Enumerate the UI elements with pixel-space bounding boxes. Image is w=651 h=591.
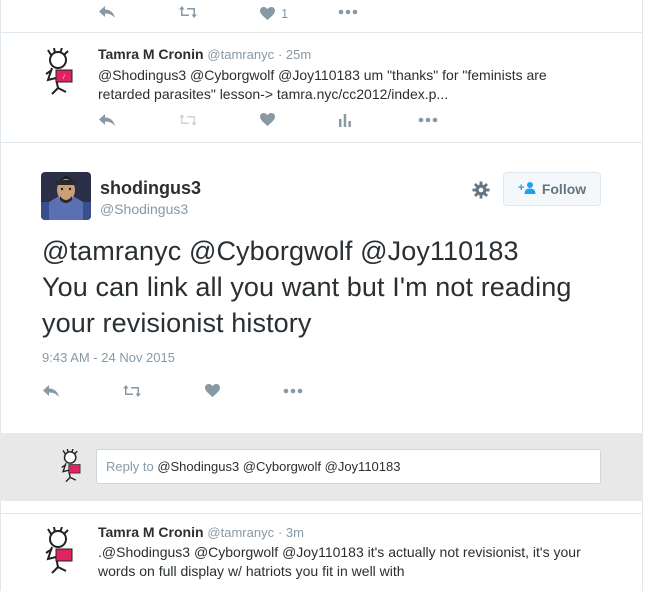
more-action[interactable] (283, 388, 303, 394)
tweet-time[interactable]: · 25m (278, 47, 311, 62)
reply-prefix: Reply to (106, 459, 158, 474)
main-author-handle[interactable]: @Shodingus3 (100, 201, 188, 217)
tweet-header: Tamra M Cronin @tamranyc · 3m (98, 524, 304, 540)
svg-text:+: + (518, 182, 524, 194)
more-icon (283, 388, 303, 394)
retweet-icon (178, 113, 198, 127)
retweet-action[interactable] (178, 113, 198, 127)
gear-icon (472, 181, 490, 203)
main-avatar[interactable] (41, 172, 91, 220)
reply-action[interactable] (42, 384, 60, 398)
tweet-text-line: .@Shodingus3 @Cyborgwolf @Joy110183 it's… (98, 544, 581, 560)
tweet-text-line: retarded parasites" lesson-> tamra.nyc/c… (98, 86, 449, 102)
reply-icon (98, 5, 116, 19)
heart-icon (260, 7, 275, 20)
divider (0, 32, 643, 33)
main-author-name[interactable]: shodingus3 (100, 178, 201, 199)
more-action[interactable] (418, 117, 438, 123)
tweet-text: @Shodingus3 @Cyborgwolf @Joy110183 um "t… (98, 66, 618, 104)
main-tweet-text: @tamranyc @Cyborgwolf @Joy110183 You can… (42, 233, 622, 341)
more-icon (338, 9, 358, 15)
follow-label: Follow (541, 181, 587, 197)
reply-icon (98, 113, 116, 127)
author-name[interactable]: Tamra M Cronin (98, 524, 204, 540)
heart-icon (205, 384, 220, 397)
divider (0, 513, 643, 514)
retweet-icon (122, 384, 142, 398)
avatar[interactable] (38, 526, 86, 575)
avatar (56, 448, 90, 483)
tweet-text-line: words on full display w/ hatriots you fi… (98, 563, 405, 579)
more-icon (418, 117, 438, 123)
like-count: 1 (281, 6, 289, 21)
tweet-text-line: @tamranyc @Cyborgwolf @Joy110183 (42, 236, 519, 266)
analytics-action[interactable] (338, 113, 352, 127)
user-actions-button[interactable] (472, 181, 490, 204)
author-name[interactable]: Tamra M Cronin (98, 46, 204, 62)
author-handle[interactable]: @tamranyc (207, 47, 274, 62)
tweet-timestamp[interactable]: 9:43 AM - 24 Nov 2015 (42, 350, 175, 365)
retweet-action[interactable] (122, 384, 142, 398)
divider (0, 142, 643, 143)
more-action[interactable] (338, 9, 358, 15)
reply-action[interactable] (98, 113, 116, 127)
tweet-time[interactable]: · 3m (278, 525, 304, 540)
tweet-text-line: @Shodingus3 @Cyborgwolf @Joy110183 um "t… (98, 67, 547, 83)
analytics-icon (338, 113, 352, 127)
reply-action[interactable] (98, 5, 116, 19)
tweet-header: Tamra M Cronin @tamranyc · 25m (98, 46, 311, 62)
heart-icon (260, 113, 275, 126)
follow-icon: + (518, 181, 536, 198)
tweet-text-line: your revisionist history (42, 308, 312, 338)
retweet-action[interactable] (178, 5, 198, 19)
retweet-icon (178, 5, 198, 19)
reply-icon (42, 384, 60, 398)
author-handle[interactable]: @tamranyc (207, 525, 274, 540)
reply-input[interactable]: Reply to @Shodingus3 @Cyborgwolf @Joy110… (96, 449, 601, 484)
follow-button[interactable]: + Follow (503, 172, 601, 206)
tweet-text: .@Shodingus3 @Cyborgwolf @Joy110183 it's… (98, 543, 638, 581)
avatar[interactable]: / (38, 47, 86, 96)
like-action[interactable] (260, 113, 275, 126)
like-action[interactable]: 1 (260, 6, 288, 21)
tweet-text-line: You can link all you want but I'm not re… (42, 272, 572, 302)
like-action[interactable] (205, 384, 220, 397)
reply-mentions: @Shodingus3 @Cyborgwolf @Joy110183 (157, 459, 401, 474)
